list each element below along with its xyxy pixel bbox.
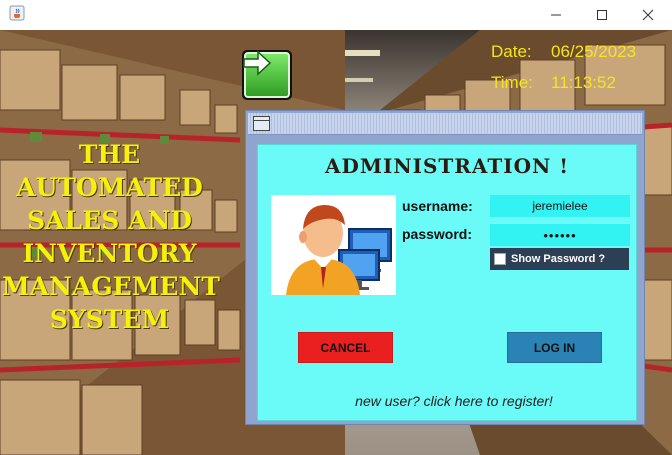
show-password-checkbox[interactable] [494, 253, 506, 265]
minimize-button[interactable] [533, 0, 579, 30]
date-value: 06/25/2023 [551, 42, 637, 61]
headline-line-1: THE AUTOMATED [16, 140, 203, 202]
window-icon [253, 116, 270, 131]
right-arrow-icon [243, 50, 272, 76]
time-label: Time: [491, 73, 533, 92]
headline-line-2: SALES AND [27, 206, 192, 235]
password-label: password: [402, 226, 473, 242]
register-link[interactable]: new user? click here to register! [258, 393, 650, 409]
username-label: username: [402, 198, 473, 214]
date-label: Date: [491, 42, 532, 61]
window-titlebar [0, 0, 672, 30]
headline-line-5: SYSTEM [49, 305, 170, 334]
maximize-icon [597, 10, 607, 20]
system-headline: THE AUTOMATED SALES AND INVENTORY MANAGE… [2, 138, 220, 336]
next-arrow-button[interactable] [242, 50, 292, 100]
username-field[interactable]: jeremielee [490, 195, 630, 217]
password-field[interactable]: •••••• [490, 224, 630, 246]
login-panel: ADMINISTRATION ! username: jeremielee pa… [257, 144, 637, 421]
administration-dialog: ADMINISTRATION ! username: jeremielee pa… [245, 110, 645, 425]
dialog-titlebar[interactable] [248, 113, 642, 135]
headline-line-4: MANAGEMENT [2, 272, 220, 301]
warehouse-background: THE AUTOMATED SALES AND INVENTORY MANAGE… [0, 30, 672, 455]
minimize-icon [551, 14, 561, 16]
user-computer-icon [271, 195, 396, 295]
time-value: 11:13:52 [551, 73, 616, 92]
java-cup-icon [9, 5, 25, 21]
show-password-label: Show Password ? [511, 253, 606, 265]
maximize-button[interactable] [579, 0, 625, 30]
close-icon [642, 9, 654, 21]
close-button[interactable] [625, 0, 671, 30]
headline-line-3: INVENTORY [22, 239, 197, 268]
cancel-button[interactable]: CANCEL [298, 332, 393, 363]
login-button[interactable]: LOG IN [507, 332, 602, 363]
show-password-toggle[interactable]: Show Password ? [490, 248, 629, 270]
dialog-title: ADMINISTRATION ! [324, 154, 570, 178]
